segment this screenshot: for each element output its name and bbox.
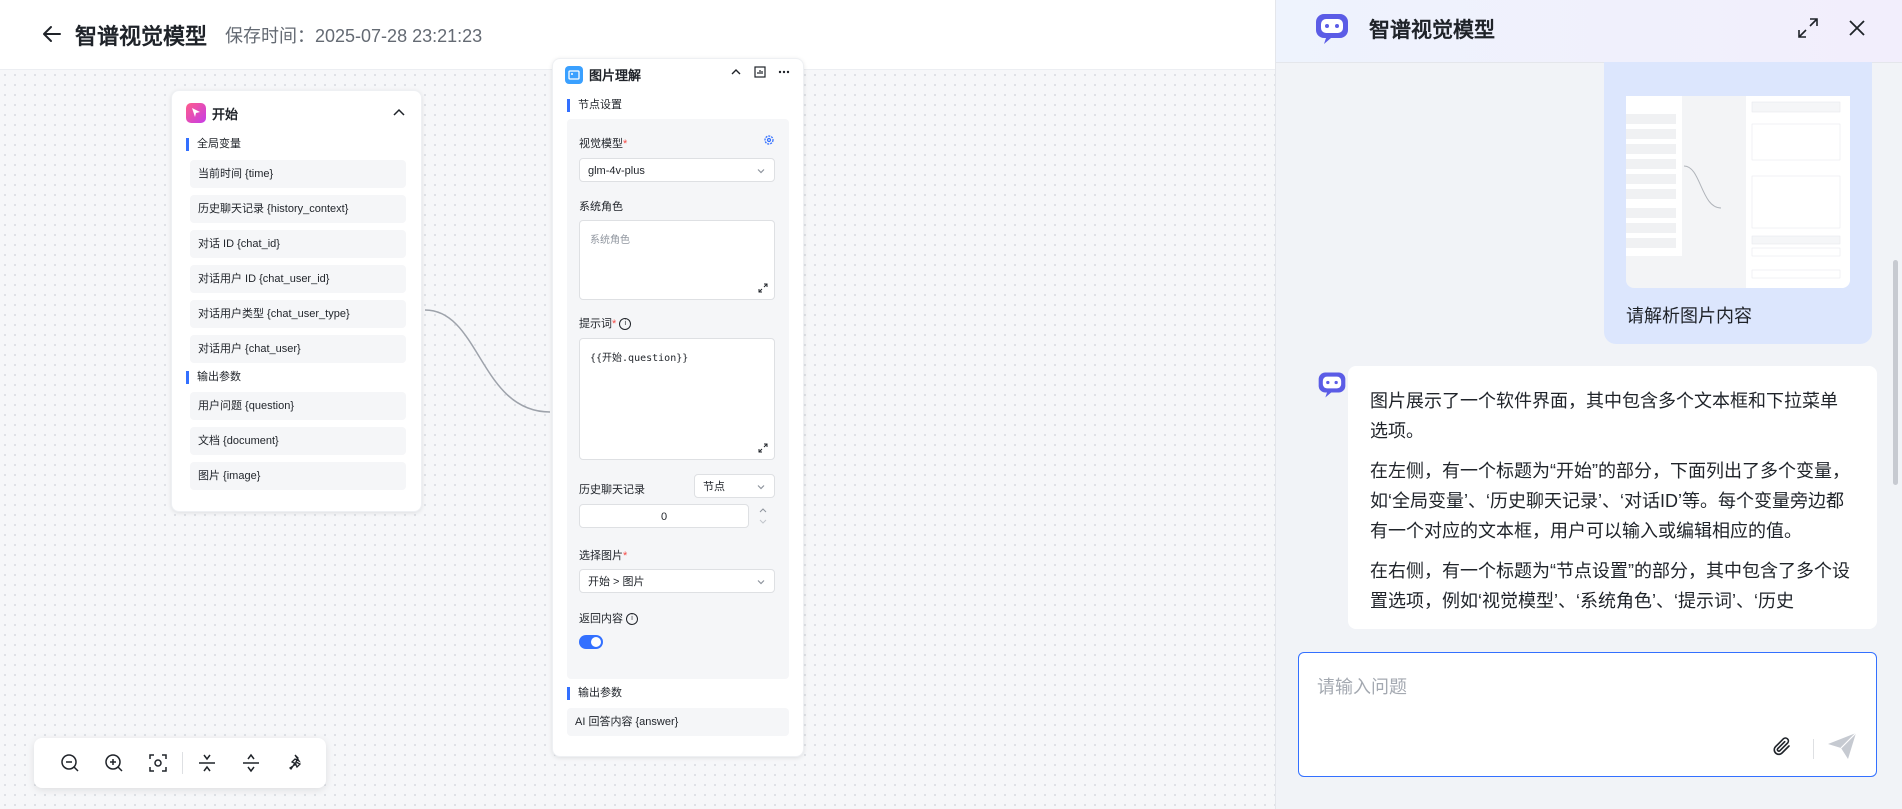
- list-item: 对话用户 {chat_user}: [190, 335, 406, 363]
- start-node-header: 开始: [186, 103, 238, 123]
- chevron-up-icon[interactable]: [729, 65, 743, 84]
- fit-view-icon[interactable]: [136, 741, 180, 785]
- list-item: AI 回答内容 {answer}: [567, 708, 789, 736]
- list-item: 历史聊天记录 {history_context}: [190, 195, 406, 223]
- answer-paragraph: 在左侧，有一个标题为“开始”的部分，下面列出了多个变量，如‘全局变量’、‘历史聊…: [1370, 461, 1850, 541]
- chat-scrollbar[interactable]: [1893, 260, 1898, 485]
- system-role-placeholder: 系统角色: [590, 235, 630, 246]
- chevron-down-icon: [757, 580, 765, 585]
- zoom-out-icon[interactable]: [48, 741, 92, 785]
- input-divider: [1813, 739, 1814, 759]
- info-icon: i: [626, 613, 638, 626]
- chat-title: 智谱视觉模型: [1369, 19, 1495, 42]
- list-item: 对话用户 ID {chat_user_id}: [190, 265, 406, 293]
- image-source-select[interactable]: 开始 > 图片: [579, 569, 775, 593]
- send-icon[interactable]: [1826, 731, 1858, 766]
- chevron-down-icon: [757, 169, 765, 174]
- expand-icon[interactable]: [758, 443, 768, 453]
- quantity-stepper[interactable]: [753, 504, 773, 528]
- global-vars-section-label: 全局变量: [186, 138, 241, 151]
- image-node-title: 图片理解: [589, 68, 642, 83]
- return-content-label: 返回内容 i: [579, 610, 638, 626]
- answer-paragraph: 在右侧，有一个标题为“节点设置”的部分，其中包含了多个设置选项，例如‘视觉模型’…: [1370, 561, 1850, 611]
- list-item: 图片 {image}: [190, 462, 406, 490]
- user-message-text: 请解析图片内容: [1626, 306, 1752, 326]
- start-node-title: 开始: [212, 106, 239, 122]
- system-role-label: 系统角色: [579, 201, 623, 213]
- select-image-label: 选择图片*: [579, 550, 628, 562]
- log-icon[interactable]: [753, 65, 767, 84]
- list-item: 对话 ID {chat_id}: [190, 230, 406, 258]
- ai-answer-bubble: 图片展示了一个软件界面，其中包含多个文本框和下拉菜单选项。 在左侧，有一个标题为…: [1348, 366, 1877, 629]
- chat-input-box: [1298, 652, 1877, 777]
- output-section-label: 输出参数: [567, 687, 622, 700]
- node-settings-section-label: 节点设置: [567, 99, 622, 112]
- list-item: 对话用户类型 {chat_user_type}: [190, 300, 406, 328]
- answer-paragraph: 图片展示了一个软件界面，其中包含多个文本框和下拉菜单选项。: [1370, 391, 1838, 441]
- image-node-header: 图片理解: [565, 65, 641, 84]
- image-node-icon: [565, 65, 583, 84]
- image-understanding-node[interactable]: 图片理解 节点设置 视觉模型* glm-4v-plus 系统角色 系统角色 提示…: [552, 58, 804, 757]
- start-node[interactable]: 开始 全局变量 当前时间 {time} 历史聊天记录 {history_cont…: [171, 90, 422, 512]
- close-icon[interactable]: [1844, 15, 1870, 41]
- output-section-label: 输出参数: [186, 371, 241, 384]
- model-select[interactable]: glm-4v-plus: [579, 158, 775, 182]
- chat-header: 智谱视觉模型: [1276, 0, 1902, 63]
- canvas-toolbar: [34, 738, 326, 788]
- chevron-down-icon: [757, 485, 765, 490]
- toolbar-divider: [182, 752, 183, 774]
- history-label: 历史聊天记录: [579, 484, 645, 496]
- list-item: 用户问题 {question}: [190, 392, 406, 420]
- info-icon: i: [619, 318, 632, 331]
- node-settings-panel: 视觉模型* glm-4v-plus 系统角色 系统角色 提示词* i {{开始.q…: [567, 119, 789, 679]
- zoom-in-icon[interactable]: [92, 741, 136, 785]
- maximize-icon[interactable]: [1795, 15, 1821, 41]
- prompt-input[interactable]: {{开始.question}}: [579, 338, 775, 460]
- auto-layout-icon[interactable]: [273, 741, 317, 785]
- history-source-select[interactable]: 节点: [694, 474, 775, 498]
- bot-avatar-icon: [1313, 11, 1351, 52]
- expand-all-icon[interactable]: [229, 741, 273, 785]
- image-node-actions: [729, 65, 791, 84]
- question-input[interactable]: [1317, 673, 1857, 733]
- system-role-input[interactable]: 系统角色: [579, 220, 775, 300]
- model-label: 视觉模型*: [579, 138, 628, 150]
- prompt-label: 提示词* i: [579, 315, 632, 331]
- expand-icon[interactable]: [758, 283, 768, 293]
- paperclip-icon[interactable]: [1770, 735, 1794, 764]
- bot-avatar-icon: [1316, 370, 1348, 405]
- gear-icon[interactable]: [763, 133, 775, 151]
- more-icon[interactable]: [777, 65, 791, 84]
- prompt-value: {{开始.question}}: [590, 353, 689, 364]
- start-node-icon: [186, 103, 206, 123]
- collapse-all-icon[interactable]: [185, 741, 229, 785]
- list-item: 文档 {document}: [190, 427, 406, 455]
- chat-panel: 智谱视觉模型 请解析图片内容 图片展示了一个软件界面，其中包含多个文本框和下拉菜…: [1275, 0, 1902, 809]
- chevron-up-icon[interactable]: [391, 105, 407, 121]
- list-item: 当前时间 {time}: [190, 160, 406, 188]
- user-message-bubble: 请解析图片内容: [1604, 62, 1872, 344]
- history-count-input[interactable]: 0: [579, 504, 749, 528]
- uploaded-image-thumbnail[interactable]: [1626, 96, 1850, 288]
- return-content-toggle[interactable]: [579, 635, 603, 649]
